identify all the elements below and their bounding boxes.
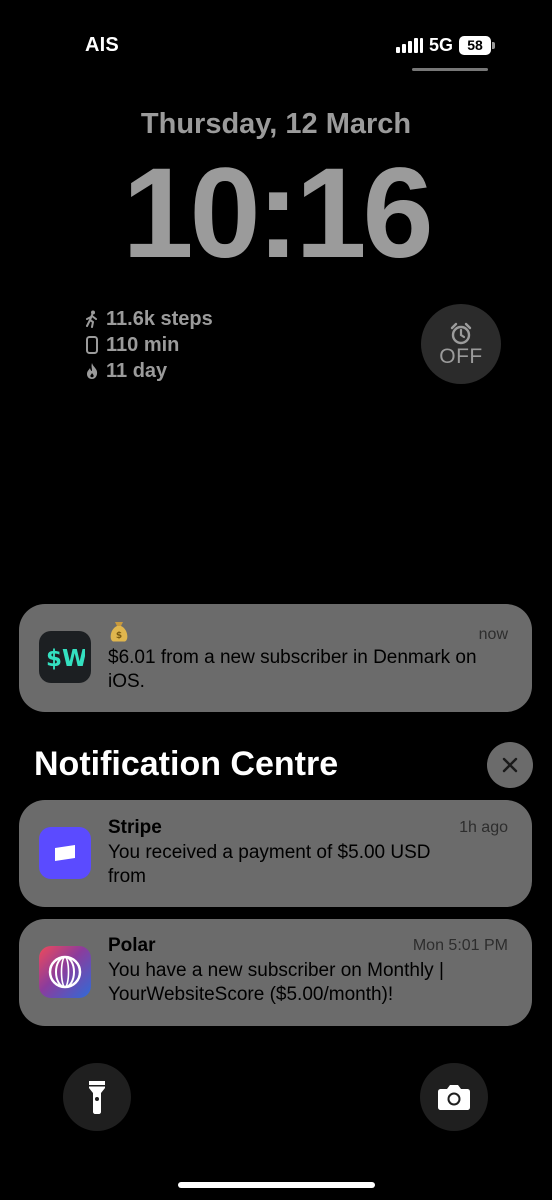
widget-steps-label: 11.6k steps: [106, 307, 213, 330]
sw-logo-text: $W: [46, 646, 85, 672]
app-icon-sw: $W: [39, 631, 91, 683]
walking-icon: [86, 310, 97, 328]
widget-screen-time-label: 110 min: [106, 333, 180, 356]
camera-icon: [438, 1085, 470, 1110]
notification-body-line: You received a payment of $5.00 USD: [108, 842, 431, 863]
money-bag-icon: $: [110, 622, 128, 642]
alarm-widget[interactable]: OFF: [421, 304, 501, 384]
polar-logo-icon: [48, 955, 82, 989]
battery-level: 58: [467, 37, 483, 53]
widget-screen-time: 110 min: [84, 332, 213, 358]
sw-logo-icon: $W: [46, 646, 85, 672]
notification-centre-title: Notification Centre: [34, 745, 339, 783]
lock-time: 10:16: [122, 142, 433, 285]
widget-steps: 11.6k steps: [84, 306, 213, 332]
notification-timestamp: 1h ago: [459, 819, 508, 836]
network-type-label: 5G: [429, 34, 454, 55]
notification-stripe[interactable]: Stripe 1h ago You received a payment of …: [19, 800, 532, 907]
flame-icon: [87, 363, 98, 379]
carrier-label: AIS: [85, 34, 119, 56]
home-indicator[interactable]: [178, 1182, 375, 1188]
notification-timestamp: Mon 5:01 PM: [412, 937, 508, 954]
close-icon: [502, 757, 518, 773]
app-icon-polar: [39, 946, 91, 998]
notification-app-name: Stripe: [108, 817, 162, 838]
phone-icon: [86, 336, 98, 354]
notification-polar[interactable]: Polar Mon 5:01 PM You have a new subscri…: [19, 919, 532, 1026]
widget-streak: 11 day: [84, 358, 213, 384]
battery-icon: 58: [459, 35, 496, 55]
notification-app-name: Polar: [108, 935, 156, 956]
lock-date: Thursday, 12 March: [140, 108, 412, 140]
camera-button[interactable]: [420, 1063, 488, 1131]
clear-notifications-button[interactable]: [487, 742, 533, 788]
widget-streak-label: 11 day: [106, 359, 168, 382]
alarm-status-label: OFF: [439, 344, 483, 368]
notification-revenue[interactable]: $W $ now $6.01 from a new subscriber in …: [19, 604, 532, 712]
flashlight-icon: [89, 1081, 105, 1114]
notification-body: You received a payment of $5.00 USD from: [108, 841, 510, 889]
cellular-signal-icon: [396, 37, 423, 53]
alarm-clock-icon: [450, 322, 472, 344]
stripe-logo-icon: [55, 845, 75, 861]
app-icon-stripe: [39, 827, 91, 879]
status-indicators: 5G 58: [396, 34, 496, 56]
control-centre-grabber[interactable]: [412, 68, 488, 71]
widget-stack[interactable]: 11.6k steps 110 min 11 day: [84, 306, 213, 384]
notification-timestamp: now: [478, 626, 508, 643]
svg-text:$: $: [116, 631, 122, 641]
flashlight-button[interactable]: [63, 1063, 131, 1131]
notification-body: $6.01 from a new subscriber in Denmark o…: [108, 647, 477, 692]
notification-body: You have a new subscriber on Monthly | Y…: [108, 960, 444, 1005]
notification-body-line: from: [108, 866, 146, 887]
